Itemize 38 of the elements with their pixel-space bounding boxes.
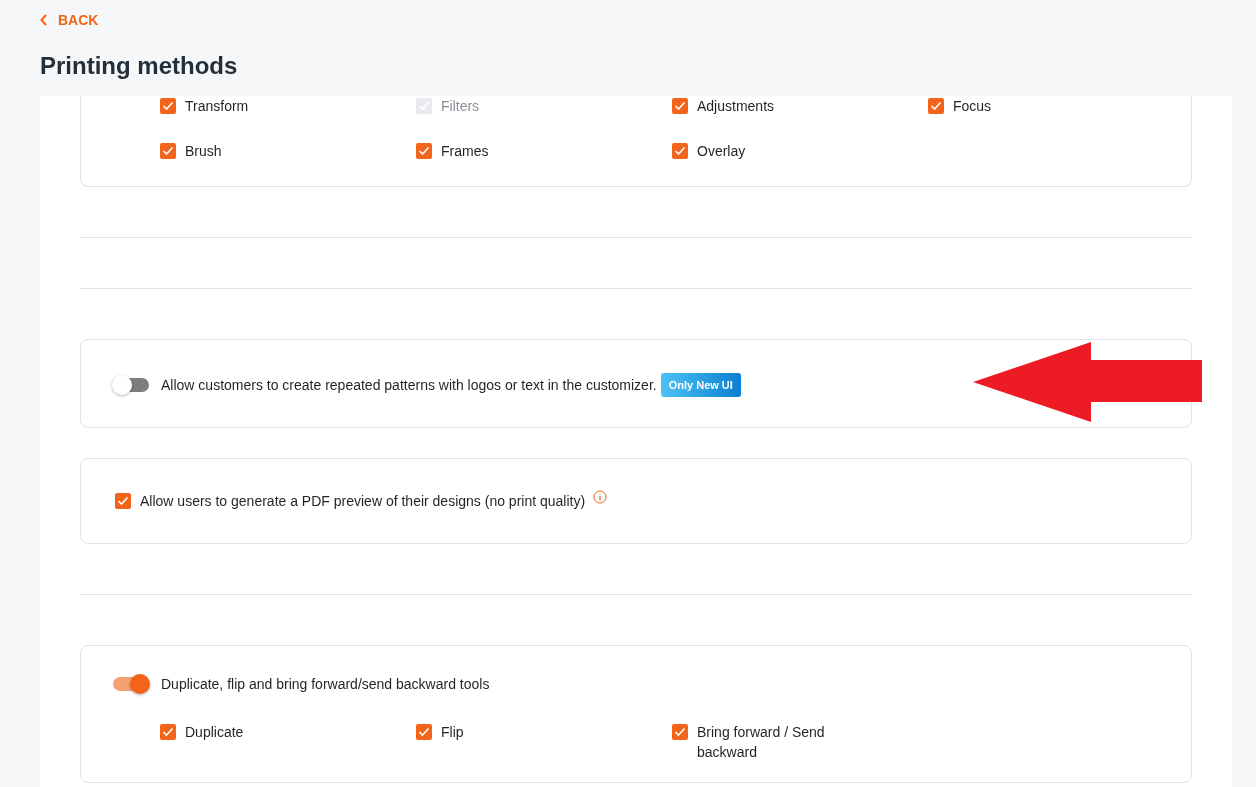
info-icon[interactable] [593, 490, 608, 504]
checkbox-option[interactable]: Allow users to generate a PDF preview of their designs (no print quality) [115, 491, 586, 511]
checkmark-icon [162, 146, 174, 156]
checkbox[interactable] [416, 143, 432, 159]
checkbox-option[interactable]: Overlay [672, 141, 928, 161]
checkbox[interactable] [416, 724, 432, 740]
checkbox[interactable] [160, 98, 176, 114]
checkmark-icon [117, 496, 129, 506]
checkbox[interactable] [928, 98, 944, 114]
toggle-label: Duplicate, flip and bring forward/send backward tools [161, 675, 490, 694]
checkbox[interactable] [672, 98, 688, 114]
checkmark-icon [162, 101, 174, 111]
checkbox[interactable] [115, 493, 131, 509]
checkmark-icon [418, 727, 430, 737]
checkmark-icon [418, 146, 430, 156]
toggle-label: Allow customers to create repeated patterns with logos or text in the customizer. [161, 376, 657, 395]
checkmark-icon [674, 146, 686, 156]
page-title: Printing methods [40, 52, 239, 80]
checkbox-option[interactable]: Focus [928, 96, 1184, 116]
checkmark-icon [930, 101, 942, 111]
checkbox-option[interactable]: Frames [416, 141, 672, 161]
checkbox[interactable] [160, 143, 176, 159]
checkbox-option[interactable]: Adjustments [672, 96, 928, 116]
badge: Only New UI [660, 373, 741, 397]
checkbox-option[interactable]: Duplicate [160, 722, 416, 762]
checkbox-option[interactable]: Flip [416, 722, 672, 762]
checkbox[interactable] [672, 724, 688, 740]
checkbox-option[interactable]: Bring forward / Send backward [672, 722, 852, 762]
toggle-switch[interactable] [113, 677, 149, 691]
checkbox-option[interactable]: Transform [160, 96, 416, 116]
checkbox-option[interactable]: Brush [160, 141, 416, 161]
checkmark-icon [162, 727, 174, 737]
checkmark-icon [674, 727, 686, 737]
checkbox[interactable] [160, 724, 176, 740]
chevron-left-icon [40, 14, 48, 26]
checkbox[interactable] [672, 143, 688, 159]
toggle-switch[interactable] [113, 378, 149, 392]
checkmark-icon [674, 101, 686, 111]
